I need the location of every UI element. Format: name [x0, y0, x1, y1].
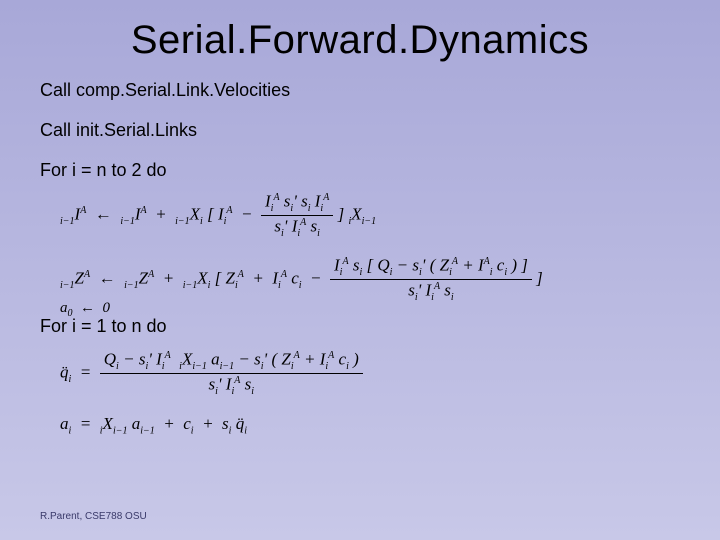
equation-bias-recursion: i−1ZA ← i−1ZA + i−1Xi [ ZiA + IiA ci − I… — [60, 256, 543, 303]
equation-inertia-recursion: i−1IA ← i−1IA + i−1Xi [ IiA − IiA si' si… — [60, 192, 376, 239]
slide-title: Serial.Forward.Dynamics — [0, 18, 720, 63]
slide: Serial.Forward.Dynamics Call comp.Serial… — [0, 0, 720, 540]
call-comp-velocities: Call comp.Serial.Link.Velocities — [40, 80, 290, 101]
equation-joint-accel: q̈i = Qi − si' IiA iXi−1 ai−1 − si' ( Zi… — [60, 350, 363, 397]
loop-1: For i = n to 2 do — [40, 160, 167, 181]
equation-accel-propagate: ai = iXi−1 ai−1 + ci + si q̈i — [60, 414, 247, 436]
loop-2: For i = 1 to n do — [40, 316, 167, 337]
call-init-links: Call init.Serial.Links — [40, 120, 197, 141]
footer-credit: R.Parent, CSE788 OSU — [40, 511, 147, 522]
